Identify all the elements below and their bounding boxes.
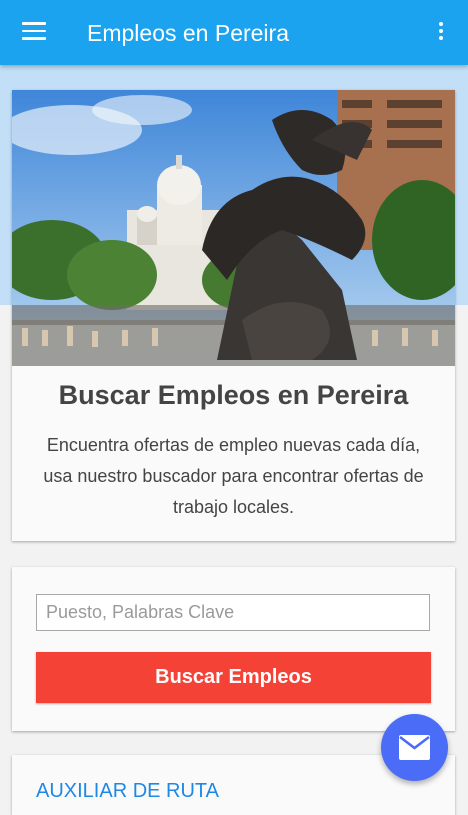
- email-icon: [399, 735, 430, 760]
- hero-title: Buscar Empleos en Pereira: [58, 380, 409, 410]
- city-photo: [12, 90, 455, 366]
- app-bar: Empleos en Pereira: [0, 0, 468, 65]
- hero-card: Buscar Empleos en Pereira Encuentra ofer…: [12, 90, 455, 541]
- search-card: Buscar Empleos: [12, 567, 455, 731]
- hero-description: Encuentra ofertas de empleo nuevas cada …: [43, 435, 424, 517]
- email-fab-button[interactable]: [381, 714, 448, 781]
- search-input[interactable]: [36, 594, 430, 631]
- search-jobs-button[interactable]: Buscar Empleos: [36, 652, 431, 703]
- more-vert-icon[interactable]: [433, 22, 449, 44]
- hamburger-menu-icon[interactable]: [22, 22, 46, 42]
- app-title: Empleos en Pereira: [87, 20, 289, 46]
